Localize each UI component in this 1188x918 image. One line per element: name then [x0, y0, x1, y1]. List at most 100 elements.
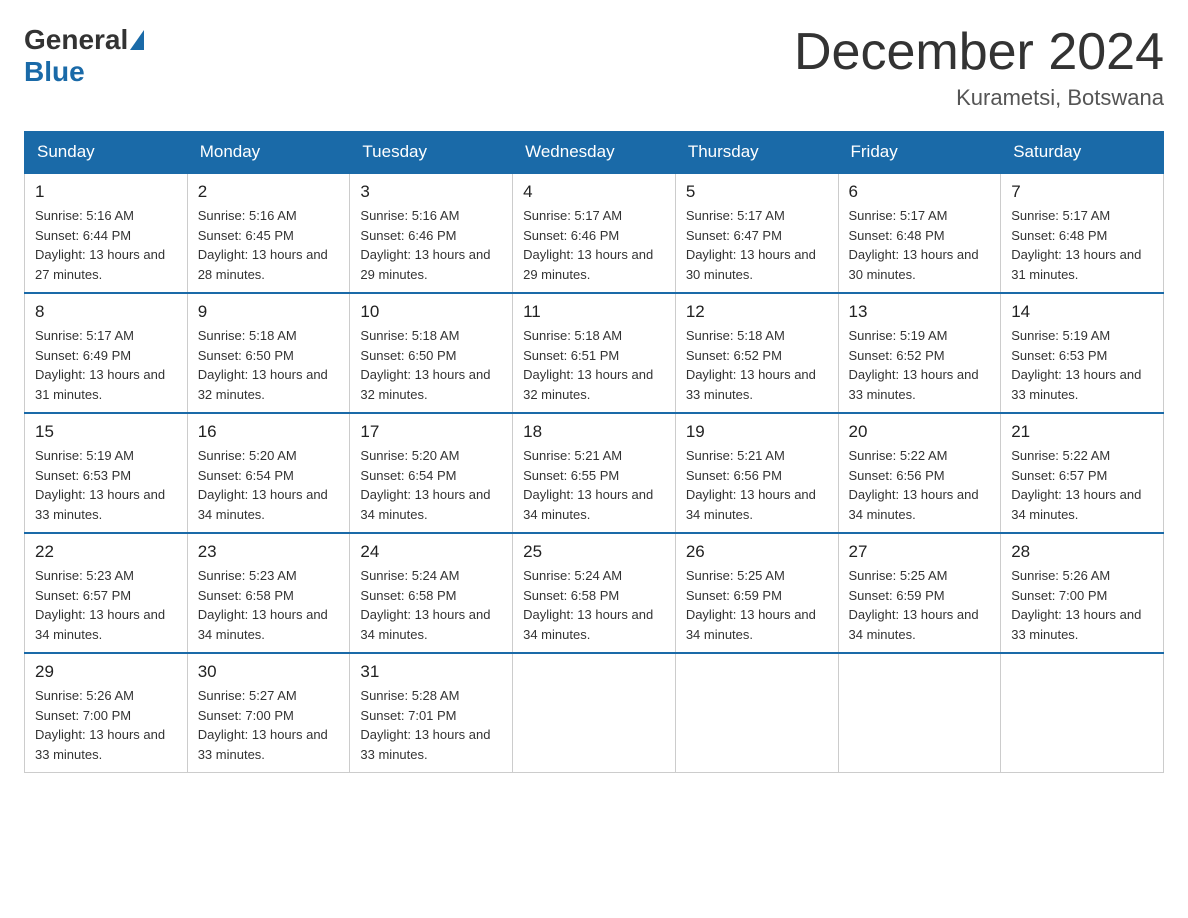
list-item: 31 Sunrise: 5:28 AMSunset: 7:01 PMDayligh…	[350, 653, 513, 773]
list-item: 28 Sunrise: 5:26 AMSunset: 7:00 PMDayligh…	[1001, 533, 1164, 653]
day-number: 30	[198, 662, 340, 682]
list-item: 26 Sunrise: 5:25 AMSunset: 6:59 PMDayligh…	[675, 533, 838, 653]
day-number: 16	[198, 422, 340, 442]
list-item: 15 Sunrise: 5:19 AMSunset: 6:53 PMDayligh…	[25, 413, 188, 533]
list-item: 17 Sunrise: 5:20 AMSunset: 6:54 PMDayligh…	[350, 413, 513, 533]
calendar-table: Sunday Monday Tuesday Wednesday Thursday…	[24, 131, 1164, 773]
day-number: 6	[849, 182, 991, 202]
day-number: 12	[686, 302, 828, 322]
day-number: 20	[849, 422, 991, 442]
logo-triangle-icon	[130, 30, 144, 50]
day-info: Sunrise: 5:25 AMSunset: 6:59 PMDaylight:…	[849, 566, 991, 644]
day-info: Sunrise: 5:17 AMSunset: 6:48 PMDaylight:…	[1011, 206, 1153, 284]
day-info: Sunrise: 5:25 AMSunset: 6:59 PMDaylight:…	[686, 566, 828, 644]
calendar-header-row: Sunday Monday Tuesday Wednesday Thursday…	[25, 132, 1164, 174]
day-number: 22	[35, 542, 177, 562]
col-saturday: Saturday	[1001, 132, 1164, 174]
day-info: Sunrise: 5:19 AMSunset: 6:53 PMDaylight:…	[1011, 326, 1153, 404]
table-row: 29Sunrise: 5:26 AMSunset: 7:00 PMDayligh…	[25, 653, 1164, 773]
day-info: Sunrise: 5:21 AMSunset: 6:56 PMDaylight:…	[686, 446, 828, 524]
day-number: 26	[686, 542, 828, 562]
col-thursday: Thursday	[675, 132, 838, 174]
day-number: 9	[198, 302, 340, 322]
list-item: 20 Sunrise: 5:22 AMSunset: 6:56 PMDayligh…	[838, 413, 1001, 533]
title-area: December 2024 Kurametsi, Botswana	[794, 24, 1164, 111]
list-item: 23 Sunrise: 5:23 AMSunset: 6:58 PMDayligh…	[187, 533, 350, 653]
list-item	[513, 653, 676, 773]
day-info: Sunrise: 5:21 AMSunset: 6:55 PMDaylight:…	[523, 446, 665, 524]
day-number: 28	[1011, 542, 1153, 562]
day-info: Sunrise: 5:16 AMSunset: 6:44 PMDaylight:…	[35, 206, 177, 284]
day-info: Sunrise: 5:24 AMSunset: 6:58 PMDaylight:…	[360, 566, 502, 644]
day-info: Sunrise: 5:18 AMSunset: 6:51 PMDaylight:…	[523, 326, 665, 404]
list-item: 10 Sunrise: 5:18 AMSunset: 6:50 PMDayligh…	[350, 293, 513, 413]
page-header: General Blue December 2024 Kurametsi, Bo…	[24, 24, 1164, 111]
col-friday: Friday	[838, 132, 1001, 174]
table-row: 15 Sunrise: 5:19 AMSunset: 6:53 PMDayligh…	[25, 413, 1164, 533]
list-item: 9 Sunrise: 5:18 AMSunset: 6:50 PMDaylight…	[187, 293, 350, 413]
list-item: 12Sunrise: 5:18 AMSunset: 6:52 PMDayligh…	[675, 293, 838, 413]
logo-blue-text: Blue	[24, 56, 85, 88]
day-number: 29	[35, 662, 177, 682]
list-item: 19 Sunrise: 5:21 AMSunset: 6:56 PMDayligh…	[675, 413, 838, 533]
list-item: 8 Sunrise: 5:17 AMSunset: 6:49 PMDaylight…	[25, 293, 188, 413]
logo: General Blue	[24, 24, 146, 88]
day-info: Sunrise: 5:26 AMSunset: 7:00 PMDaylight:…	[1011, 566, 1153, 644]
list-item: 24 Sunrise: 5:24 AMSunset: 6:58 PMDayligh…	[350, 533, 513, 653]
list-item	[838, 653, 1001, 773]
list-item: 30 Sunrise: 5:27 AMSunset: 7:00 PMDayligh…	[187, 653, 350, 773]
day-number: 11	[523, 302, 665, 322]
day-number: 19	[686, 422, 828, 442]
day-info: Sunrise: 5:22 AMSunset: 6:56 PMDaylight:…	[849, 446, 991, 524]
day-info: Sunrise: 5:18 AMSunset: 6:50 PMDaylight:…	[198, 326, 340, 404]
logo-general-text: General	[24, 24, 128, 56]
list-item: 6 Sunrise: 5:17 AMSunset: 6:48 PMDaylight…	[838, 173, 1001, 293]
day-info: Sunrise: 5:22 AMSunset: 6:57 PMDaylight:…	[1011, 446, 1153, 524]
list-item: 25Sunrise: 5:24 AMSunset: 6:58 PMDayligh…	[513, 533, 676, 653]
day-info: Sunrise: 5:17 AMSunset: 6:47 PMDaylight:…	[686, 206, 828, 284]
day-info: Sunrise: 5:16 AMSunset: 6:46 PMDaylight:…	[360, 206, 502, 284]
day-number: 15	[35, 422, 177, 442]
day-number: 14	[1011, 302, 1153, 322]
list-item: 18 Sunrise: 5:21 AMSunset: 6:55 PMDayligh…	[513, 413, 676, 533]
day-info: Sunrise: 5:18 AMSunset: 6:50 PMDaylight:…	[360, 326, 502, 404]
day-number: 8	[35, 302, 177, 322]
day-info: Sunrise: 5:17 AMSunset: 6:49 PMDaylight:…	[35, 326, 177, 404]
list-item: 27Sunrise: 5:25 AMSunset: 6:59 PMDayligh…	[838, 533, 1001, 653]
col-sunday: Sunday	[25, 132, 188, 174]
col-wednesday: Wednesday	[513, 132, 676, 174]
day-number: 17	[360, 422, 502, 442]
day-number: 18	[523, 422, 665, 442]
col-monday: Monday	[187, 132, 350, 174]
month-year-title: December 2024	[794, 24, 1164, 81]
list-item: 11 Sunrise: 5:18 AMSunset: 6:51 PMDayligh…	[513, 293, 676, 413]
day-info: Sunrise: 5:23 AMSunset: 6:58 PMDaylight:…	[198, 566, 340, 644]
day-number: 21	[1011, 422, 1153, 442]
list-item: 14 Sunrise: 5:19 AMSunset: 6:53 PMDayligh…	[1001, 293, 1164, 413]
day-number: 31	[360, 662, 502, 682]
day-info: Sunrise: 5:17 AMSunset: 6:48 PMDaylight:…	[849, 206, 991, 284]
table-row: 1Sunrise: 5:16 AMSunset: 6:44 PMDaylight…	[25, 173, 1164, 293]
list-item: 7 Sunrise: 5:17 AMSunset: 6:48 PMDaylight…	[1001, 173, 1164, 293]
day-info: Sunrise: 5:19 AMSunset: 6:53 PMDaylight:…	[35, 446, 177, 524]
col-tuesday: Tuesday	[350, 132, 513, 174]
day-info: Sunrise: 5:20 AMSunset: 6:54 PMDaylight:…	[198, 446, 340, 524]
day-number: 4	[523, 182, 665, 202]
day-number: 7	[1011, 182, 1153, 202]
day-info: Sunrise: 5:27 AMSunset: 7:00 PMDaylight:…	[198, 686, 340, 764]
list-item: 29Sunrise: 5:26 AMSunset: 7:00 PMDayligh…	[25, 653, 188, 773]
list-item: 16 Sunrise: 5:20 AMSunset: 6:54 PMDayligh…	[187, 413, 350, 533]
day-number: 2	[198, 182, 340, 202]
day-info: Sunrise: 5:20 AMSunset: 6:54 PMDaylight:…	[360, 446, 502, 524]
list-item: 21 Sunrise: 5:22 AMSunset: 6:57 PMDayligh…	[1001, 413, 1164, 533]
day-info: Sunrise: 5:16 AMSunset: 6:45 PMDaylight:…	[198, 206, 340, 284]
list-item: 5Sunrise: 5:17 AMSunset: 6:47 PMDaylight…	[675, 173, 838, 293]
day-number: 10	[360, 302, 502, 322]
day-info: Sunrise: 5:19 AMSunset: 6:52 PMDaylight:…	[849, 326, 991, 404]
day-info: Sunrise: 5:17 AMSunset: 6:46 PMDaylight:…	[523, 206, 665, 284]
day-number: 24	[360, 542, 502, 562]
day-info: Sunrise: 5:28 AMSunset: 7:01 PMDaylight:…	[360, 686, 502, 764]
list-item: 4 Sunrise: 5:17 AMSunset: 6:46 PMDaylight…	[513, 173, 676, 293]
day-number: 23	[198, 542, 340, 562]
list-item	[675, 653, 838, 773]
